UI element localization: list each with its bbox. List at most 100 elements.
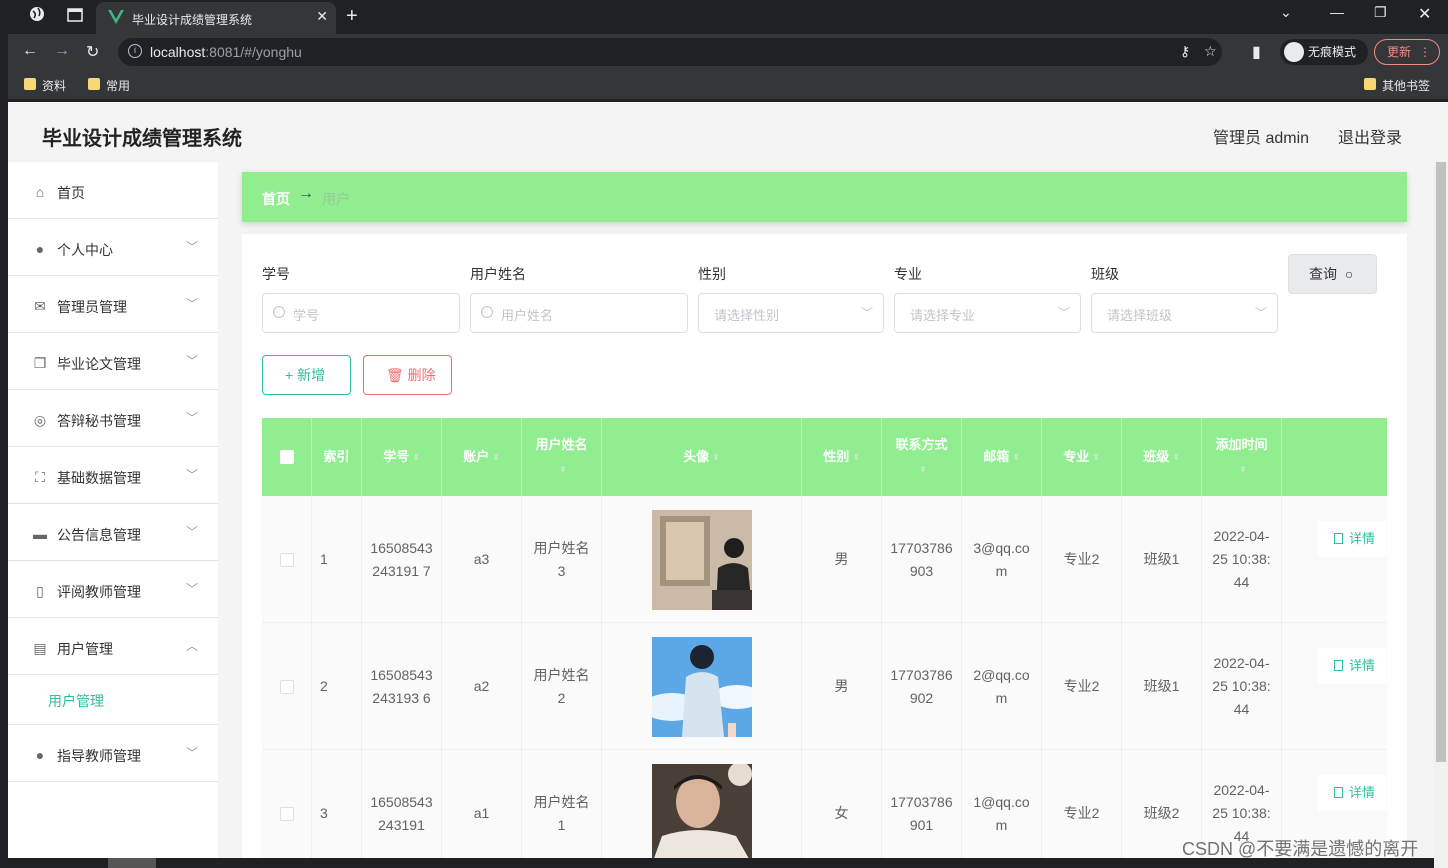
student-id-input[interactable]: 学号 xyxy=(262,293,460,333)
cell-phone: 17703786903 xyxy=(882,496,962,623)
new-tab-icon[interactable]: + xyxy=(346,5,358,28)
sidebar-item-advisors[interactable]: ● 指导教师管理 ﹀ xyxy=(8,725,218,782)
cell-time: 2022-04-25 10:38:44 xyxy=(1202,496,1282,623)
folder-icon xyxy=(24,78,36,90)
col-account[interactable]: 账户 ⬍ xyxy=(442,418,522,496)
query-button[interactable]: 查询 ○ xyxy=(1288,254,1377,294)
delete-button[interactable]: 🗑 删除 xyxy=(363,355,452,395)
scrollbar-thumb[interactable] xyxy=(1436,162,1446,762)
add-button[interactable]: + 新增 xyxy=(262,355,351,395)
col-phone[interactable]: 联系方式 ⬍ xyxy=(882,418,962,496)
mail-icon: ✉ xyxy=(34,298,46,314)
bulb-icon: ● xyxy=(35,747,45,763)
detail-button[interactable]: 详情 xyxy=(1318,521,1386,557)
cell-avatar xyxy=(602,623,802,750)
major-label: 专业 xyxy=(894,266,922,282)
sidebar-item-users[interactable]: ▤ 用户管理 ︿ xyxy=(8,618,218,675)
folder-icon xyxy=(1364,78,1376,90)
sidebar-item-reviewers[interactable]: ▯ 评阅教师管理 ﹀ xyxy=(8,561,218,618)
vue-logo-icon xyxy=(108,10,124,24)
tab-search-icon[interactable] xyxy=(64,6,86,28)
restore-icon[interactable]: ❐ xyxy=(1374,4,1387,21)
minimize-icon[interactable]: — xyxy=(1330,4,1344,20)
admin-label: 管理员 admin xyxy=(1213,130,1310,147)
cell-avatar xyxy=(602,496,802,623)
sidebar-subitem-users[interactable]: 用户管理 xyxy=(8,675,218,725)
url-bar[interactable]: i localhost:8081/#/yonghu ⚷ ☆ xyxy=(118,38,1222,66)
search-icon: ○ xyxy=(1344,266,1354,282)
col-avatar[interactable]: 头像 ⬍ xyxy=(602,418,802,496)
logout-link[interactable]: 退出登录 xyxy=(1338,124,1402,148)
row-checkbox[interactable] xyxy=(262,623,312,750)
avatar[interactable] xyxy=(651,636,752,737)
sidebar-item-admins[interactable]: ✉ 管理员管理 ﹀ xyxy=(8,276,218,333)
col-name[interactable]: 用户姓名 ⬍ xyxy=(522,418,602,496)
table-row: 2 16508543243193 6 a2 用户姓名2 男 1770378690… xyxy=(262,623,1387,750)
detail-button[interactable]: 详情 xyxy=(1318,775,1386,811)
info-icon[interactable]: i xyxy=(128,44,142,58)
folder-icon xyxy=(88,78,100,90)
incognito-badge[interactable]: 无痕模式 xyxy=(1280,39,1368,65)
home-icon: ⌂ xyxy=(35,184,45,200)
gender-label: 性别 xyxy=(698,266,726,282)
close-window-icon[interactable]: ✕ xyxy=(1418,4,1431,24)
sidebar-item-thesis[interactable]: ❐ 毕业论文管理 ﹀ xyxy=(8,333,218,390)
sidebar-item-home[interactable]: ⌂ 首页 xyxy=(8,162,218,219)
chevron-down-icon[interactable]: ⌄ xyxy=(1280,4,1292,21)
sidebar-item-basedata[interactable]: ⛶ 基础数据管理 ﹀ xyxy=(8,447,218,504)
cell-class: 班级1 xyxy=(1122,623,1202,750)
class-label: 班级 xyxy=(1091,266,1119,282)
document-icon xyxy=(1334,533,1343,544)
detail-button[interactable]: 详情 xyxy=(1318,648,1386,684)
trash-icon: 🗑 xyxy=(386,367,404,383)
key-icon[interactable]: ⚷ xyxy=(1180,43,1190,60)
sidebar-item-profile[interactable]: ● 个人中心 ﹀ xyxy=(8,219,218,276)
select-all-checkbox[interactable] xyxy=(262,418,312,496)
sidepanel-icon[interactable]: ▮ xyxy=(1252,42,1261,62)
gender-select[interactable]: 请选择性别 ﹀ xyxy=(698,293,884,333)
cell-account: a1 xyxy=(442,750,522,868)
forward-icon[interactable]: → xyxy=(54,42,70,60)
avatar[interactable] xyxy=(651,509,752,610)
name-input[interactable]: 用户姓名 xyxy=(470,293,688,333)
table-row: 1 16508543243191 7 a3 用户姓名3 男 1770378690… xyxy=(262,496,1387,623)
url-text: localhost:8081/#/yonghu xyxy=(150,44,302,60)
class-select[interactable]: 请选择班级 ﹀ xyxy=(1091,293,1278,333)
col-class[interactable]: 班级 ⬍ xyxy=(1122,418,1202,496)
cell-student-id: 16508543243191 xyxy=(362,750,442,868)
col-major[interactable]: 专业 ⬍ xyxy=(1042,418,1122,496)
back-icon[interactable]: ← xyxy=(22,42,38,60)
breadcrumb-current: 用户 xyxy=(322,191,350,207)
update-button[interactable]: 更新 ⋮ xyxy=(1374,39,1440,65)
breadcrumb-home[interactable]: 首页 xyxy=(262,189,290,209)
row-checkbox[interactable] xyxy=(262,496,312,623)
star-icon[interactable]: ☆ xyxy=(1204,43,1217,60)
active-tab[interactable]: 毕业设计成绩管理系统 ✕ xyxy=(96,2,336,34)
vertical-scrollbar[interactable] xyxy=(1434,162,1448,868)
sidebar-item-notices[interactable]: ▬ 公告信息管理 ﹀ xyxy=(8,504,218,561)
scrollbar-thumb[interactable] xyxy=(108,858,156,868)
avatar[interactable] xyxy=(651,763,752,864)
browser-window: 毕业设计成绩管理系统 ✕ + ⌄ — ❐ ✕ ← → ↻ i localhost… xyxy=(8,0,1448,868)
col-time[interactable]: 添加时间 ⬍ xyxy=(1202,418,1282,496)
chevron-down-icon: ﹀ xyxy=(186,411,199,425)
reload-icon[interactable]: ↻ xyxy=(86,42,99,62)
globe-icon[interactable] xyxy=(26,6,48,28)
tab-title: 毕业设计成绩管理系统 xyxy=(132,13,253,27)
close-tab-icon[interactable]: ✕ xyxy=(316,8,328,25)
other-bookmarks[interactable]: 其他书签 xyxy=(1362,77,1430,94)
col-student-id[interactable]: 学号 ⬍ xyxy=(362,418,442,496)
row-checkbox[interactable] xyxy=(262,750,312,868)
major-select[interactable]: 请选择专业 ﹀ xyxy=(894,293,1081,333)
cell-name: 用户姓名3 xyxy=(522,496,602,623)
bookmark-folder[interactable]: 资料 xyxy=(22,77,66,94)
chevron-down-icon: ﹀ xyxy=(1254,306,1267,320)
bookmark-folder[interactable]: 常用 xyxy=(86,77,130,94)
col-email[interactable]: 邮箱 ⬍ xyxy=(962,418,1042,496)
cell-phone: 17703786902 xyxy=(882,623,962,750)
target-icon: ◎ xyxy=(33,412,47,428)
col-gender[interactable]: 性别 ⬍ xyxy=(802,418,882,496)
chevron-down-icon: ﹀ xyxy=(186,525,199,539)
sidebar-item-secretary[interactable]: ◎ 答辩秘书管理 ﹀ xyxy=(8,390,218,447)
chevron-down-icon: ﹀ xyxy=(186,582,199,596)
